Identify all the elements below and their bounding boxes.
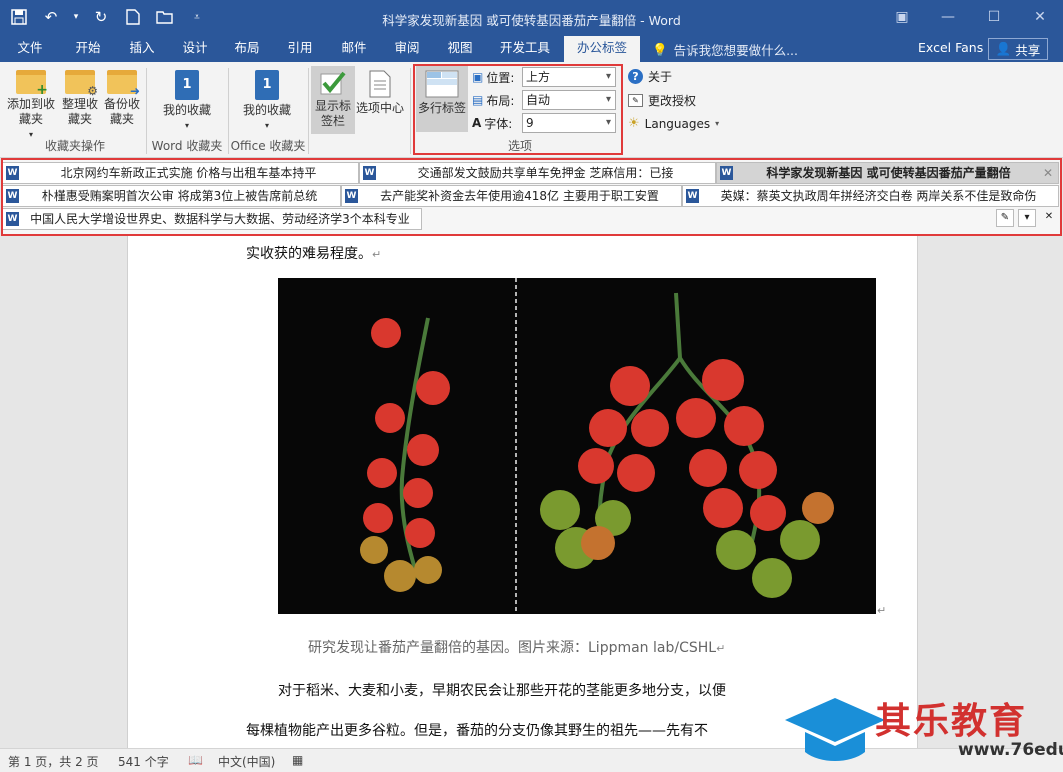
change-license-button[interactable]: ✎ 更改授权 — [628, 92, 696, 109]
my-favorites-word-button[interactable]: 1 我的收藏 ▾ — [150, 70, 224, 133]
share-label: 共享 — [1015, 42, 1041, 58]
person-icon: 👤 — [995, 41, 1012, 56]
tabbar-highlight-box — [1, 158, 1062, 236]
organize-favorites-label: 整理收藏夹 — [61, 97, 98, 126]
show-tabbar-label: 显示标签栏 — [315, 99, 352, 128]
option-center-label: 选项中心 — [355, 101, 404, 115]
help-icon: ? — [628, 69, 643, 84]
backup-favorites-label: 备份收藏夹 — [103, 97, 140, 126]
macro-record-icon[interactable]: ▦ — [292, 753, 303, 767]
tell-me-text: 告诉我您想要做什么... — [673, 43, 798, 58]
checkmark-icon — [319, 70, 347, 96]
group-label-office-favorites: Office 收藏夹 — [230, 139, 306, 153]
languages-icon: ☀ — [628, 116, 640, 131]
ribbon-display-icon[interactable]: ▣ — [879, 0, 925, 34]
ribbon-tabs: 文件 开始 插入 设计 布局 引用 邮件 审阅 视图 开发工具 办公标签 💡 告… — [0, 36, 1063, 62]
share-button[interactable]: 👤 共享 — [988, 38, 1048, 60]
word-favorites-icon: 1 — [175, 70, 199, 100]
about-label: 关于 — [648, 70, 673, 84]
tomato-photo[interactable] — [278, 278, 876, 614]
options-document-icon — [369, 70, 391, 98]
word-count[interactable]: 541 个字 — [118, 753, 169, 770]
my-favorites-office-label: 我的收藏 — [242, 103, 291, 117]
separator — [308, 68, 309, 154]
folder-backup-icon: ➜ — [107, 70, 140, 98]
tab-view[interactable]: 视图 — [438, 36, 482, 62]
change-license-label: 更改授权 — [648, 94, 697, 108]
paragraph-mark-icon: ↵ — [372, 248, 382, 261]
paragraph-mark-icon: ↵ — [716, 642, 726, 655]
office-favorites-icon: 1 — [255, 70, 279, 100]
account-name[interactable]: Excel Fans — [918, 40, 983, 55]
tab-home[interactable]: 开始 — [66, 36, 110, 62]
document-paragraph: 每棵植物能产出更多谷粒。但是，番茄的分支仍像其野生的祖先——先有不 — [246, 723, 708, 739]
about-button[interactable]: ? 关于 — [628, 68, 672, 85]
add-to-favorites-button[interactable]: + 添加到收藏夹 ▾ — [4, 70, 58, 142]
lightbulb-icon: 💡 — [652, 41, 668, 57]
maximize-icon[interactable]: ☐ — [971, 0, 1017, 34]
tab-insert[interactable]: 插入 — [120, 36, 164, 62]
image-caption: 研究发现让番茄产量翻倍的基因。图片来源：Lippman lab/CSHL↵ — [308, 637, 725, 657]
organize-favorites-button[interactable]: ⚙ 整理收藏夹 — [58, 70, 102, 127]
tab-file[interactable]: 文件 — [8, 36, 52, 62]
language-status[interactable]: 中文(中国) — [218, 753, 275, 770]
group-label-favorites-ops: 收藏夹操作 — [44, 139, 105, 153]
license-icon: ✎ — [628, 94, 643, 107]
paragraph-text: 实收获的难易程度。 — [246, 246, 372, 262]
ribbon: + 添加到收藏夹 ▾ ⚙ 整理收藏夹 ➜ 备份收藏夹 收藏夹操作 1 我的收藏 … — [0, 62, 1063, 158]
languages-button[interactable]: ☀ Languages ▾ — [628, 116, 719, 131]
tab-developer[interactable]: 开发工具 — [490, 36, 560, 62]
close-icon[interactable]: ✕ — [1017, 0, 1063, 34]
page-count[interactable]: 第 1 页，共 2 页 — [8, 753, 99, 770]
separator — [410, 68, 411, 154]
highlight-box — [413, 64, 623, 155]
proofing-icon[interactable]: 📖 — [188, 753, 203, 767]
my-favorites-word-label: 我的收藏 — [162, 103, 211, 117]
chevron-down-icon: ▾ — [715, 119, 720, 128]
my-favorites-office-button[interactable]: 1 我的收藏 ▾ — [230, 70, 304, 133]
folder-settings-icon: ⚙ — [65, 70, 98, 98]
watermark-url: www.76edu.com — [958, 740, 1063, 760]
tab-references[interactable]: 引用 — [278, 36, 322, 62]
show-tabbar-button[interactable]: 显示标签栏 — [311, 66, 355, 134]
group-label-word-favorites: Word 收藏夹 — [151, 139, 223, 153]
tab-mailings[interactable]: 邮件 — [332, 36, 376, 62]
add-to-favorites-label: 添加到收藏夹 — [6, 97, 55, 126]
option-center-button[interactable]: 选项中心 — [354, 70, 406, 116]
tab-review[interactable]: 审阅 — [385, 36, 429, 62]
tab-office-tab[interactable]: 办公标签 — [564, 36, 640, 62]
backup-favorites-button[interactable]: ➜ 备份收藏夹 — [100, 70, 144, 127]
title-bar: ↶ ▾ ↻ ⩡ 科学家发现新基因 或可使转基因番茄产量翻倍 - Word ▣ —… — [0, 0, 1063, 36]
tell-me-box[interactable]: 💡 告诉我您想要做什么... — [652, 40, 798, 59]
watermark-title: 其乐教育 — [875, 701, 1028, 742]
graduation-cap-icon — [785, 698, 885, 761]
document-paragraph: 对于稻米、大麦和小麦，早期农民会让那些开花的茎能更多地分支，以便 — [278, 683, 726, 699]
folder-add-icon: + — [16, 70, 48, 98]
paragraph-mark-icon: ↵ — [877, 604, 887, 617]
minimize-icon[interactable]: — — [925, 0, 971, 34]
watermark: 其乐教育 www.76edu.com — [780, 690, 1063, 772]
tab-design[interactable]: 设计 — [173, 36, 217, 62]
caption-text: 研究发现让番茄产量翻倍的基因。图片来源：Lippman lab/CSHL — [308, 640, 717, 656]
document-paragraph: 实收获的难易程度。↵ — [246, 243, 381, 263]
languages-label: Languages — [644, 116, 711, 131]
tab-layout[interactable]: 布局 — [225, 36, 269, 62]
